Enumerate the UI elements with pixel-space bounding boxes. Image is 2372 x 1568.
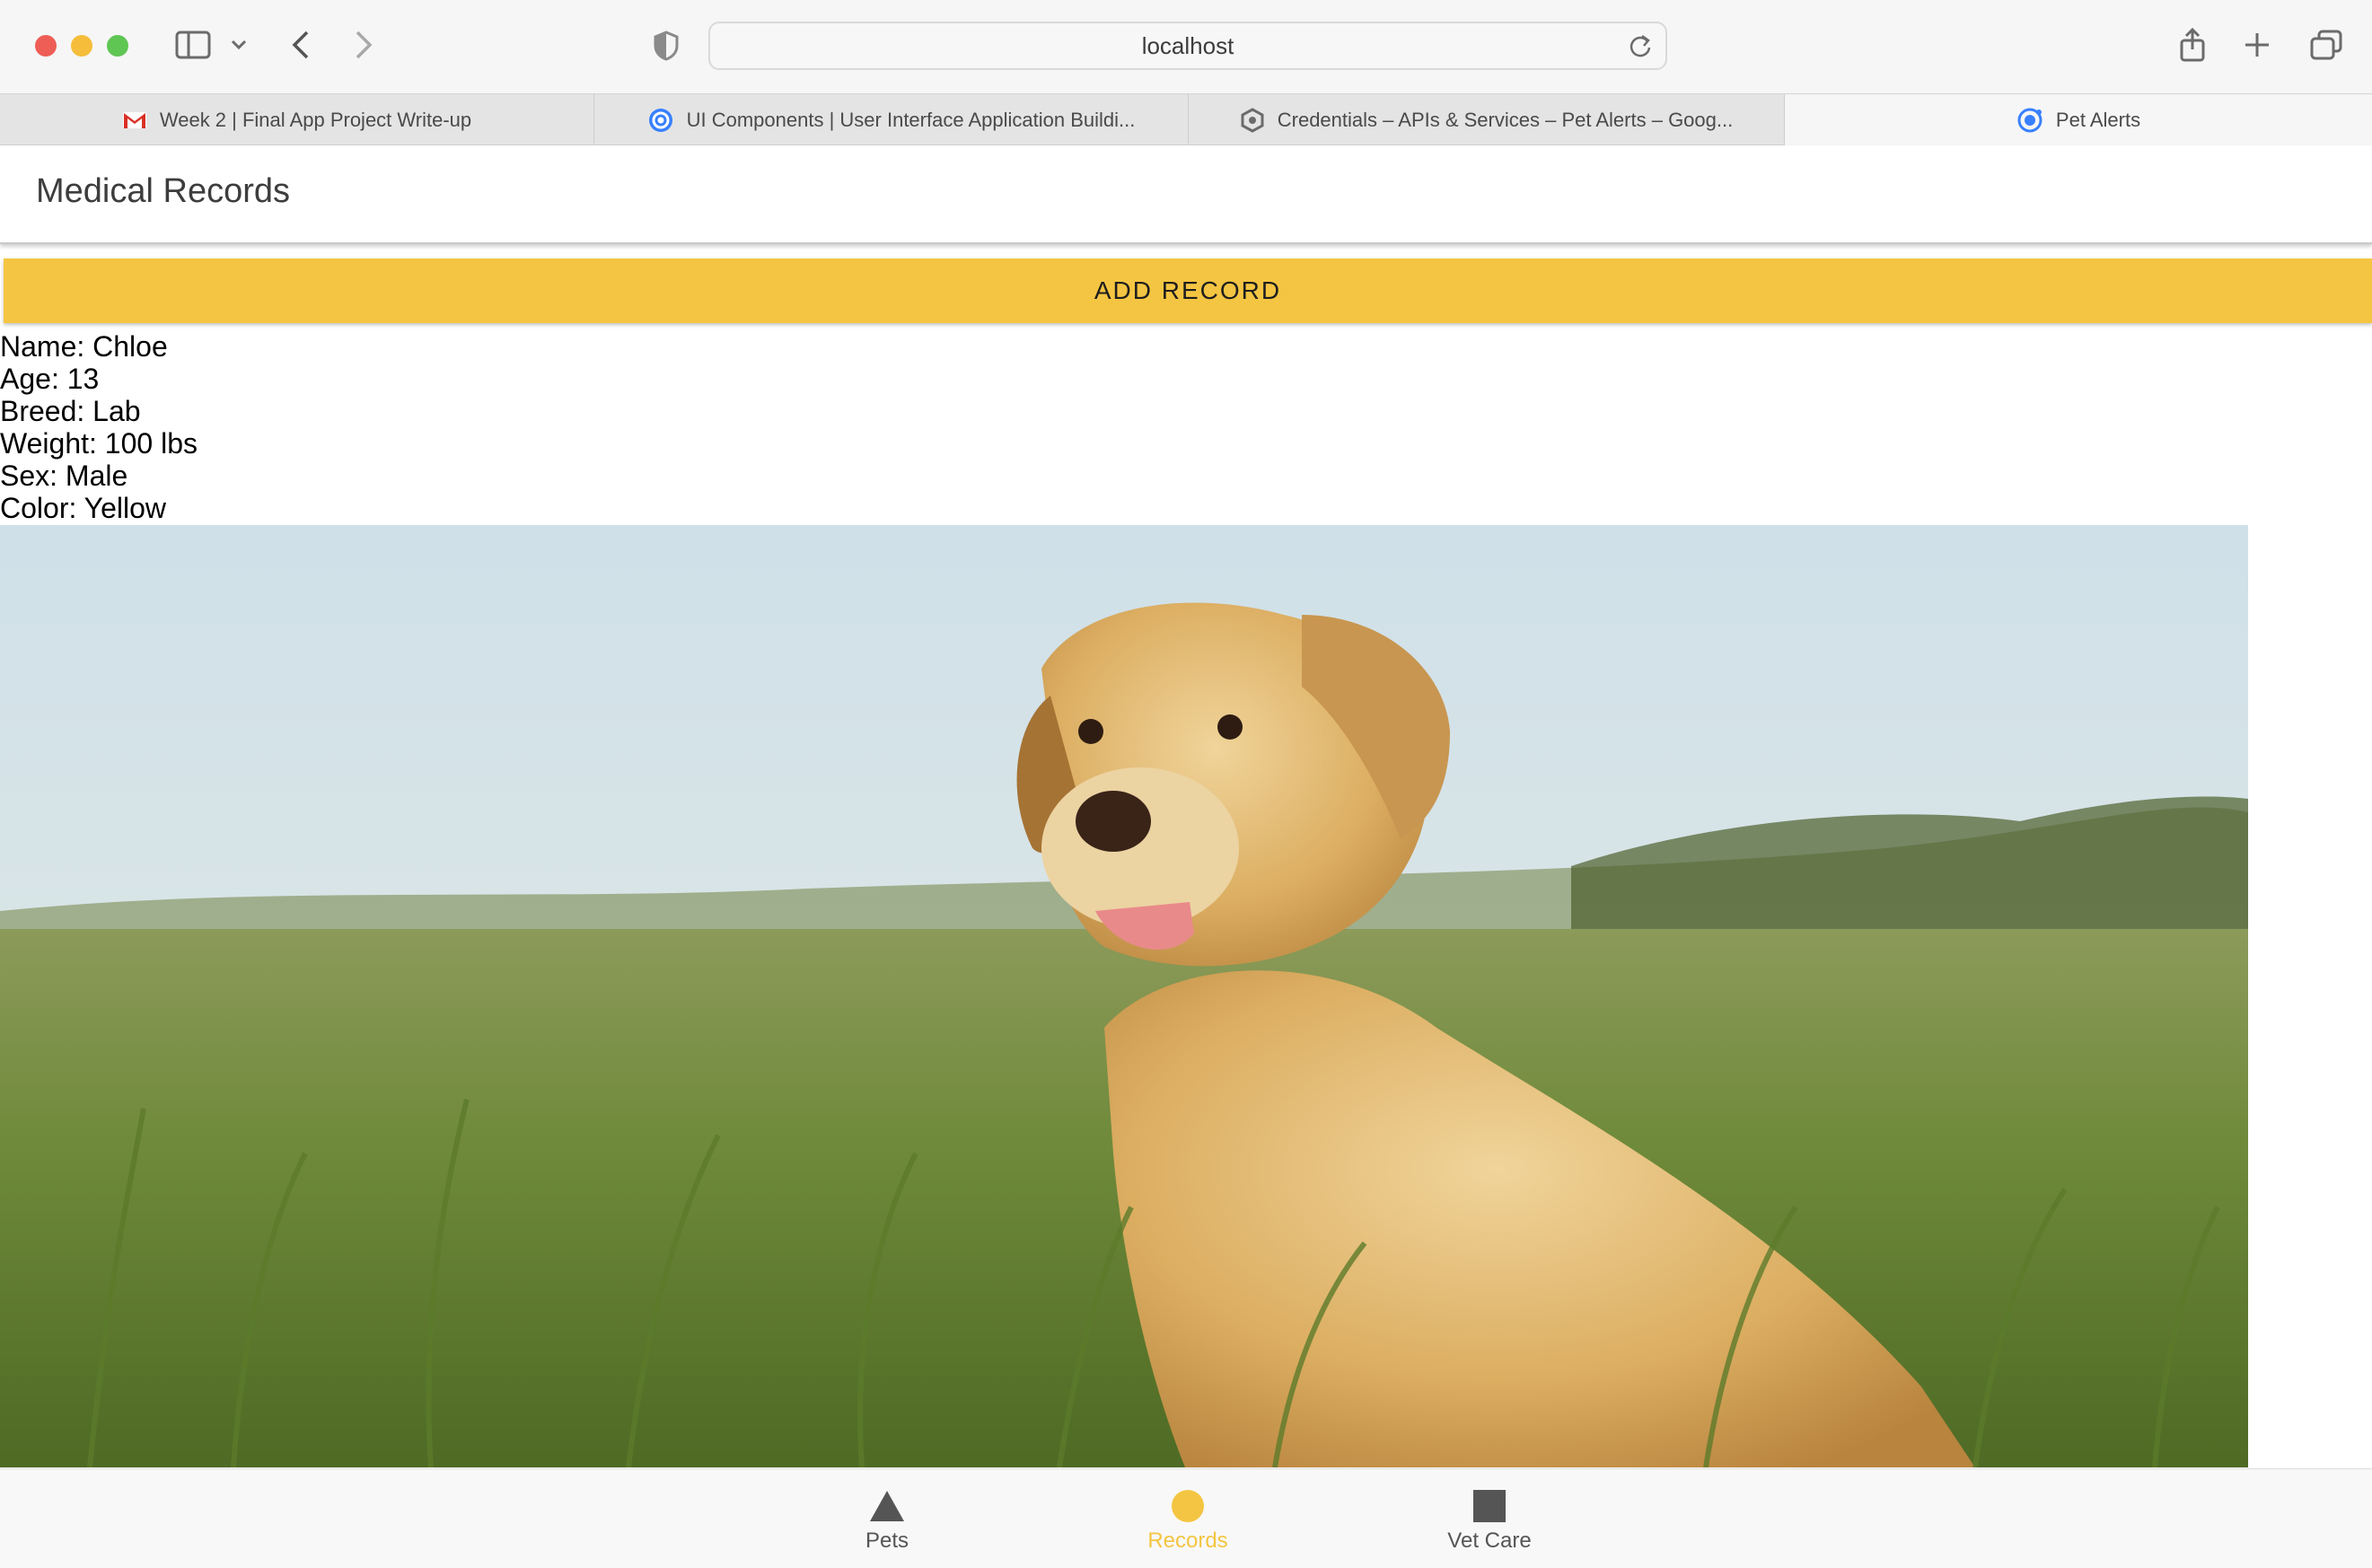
pet-name: Name: Chloe [0,330,168,363]
google-cloud-icon [1240,107,1265,133]
share-icon[interactable] [2176,27,2209,63]
browser-tab[interactable]: UI Components | User Interface Applicati… [594,94,1189,145]
address-bar[interactable]: localhost [708,22,1667,70]
tab-records[interactable]: Records [1098,1469,1278,1568]
tab-label: Vet Care [1447,1529,1532,1553]
bottom-tab-bar: Pets Records Vet Care [0,1468,2372,1568]
pet-breed: Breed: Lab [0,395,141,427]
tab-label: Pets [865,1529,909,1553]
browser-tab[interactable]: Credentials – APIs & Services – Pet Aler… [1189,94,1785,145]
circle-icon [1171,1489,1205,1528]
browser-tab-bar: Week 2 | Final App Project Write-up UI C… [0,93,2372,145]
tab-label: Records [1147,1529,1228,1553]
pet-photo [0,525,2248,1467]
url-text: localhost [1141,31,1234,59]
sidebar-toggle-icon[interactable] [173,29,213,61]
browser-toolbar: localhost [0,0,2372,93]
privacy-shield-icon[interactable] [650,29,682,63]
add-record-button[interactable]: ADD RECORD [4,258,2372,323]
tab-title: Credentials – APIs & Services – Pet Aler… [1277,108,1734,131]
ionic-icon [2016,107,2043,134]
pet-age: Age: 13 [0,363,100,395]
tab-title: Week 2 | Final App Project Write-up [159,108,472,131]
close-window-button[interactable] [35,35,57,57]
app-header: Medical Records [0,145,2372,244]
pet-color: Color: Yellow [0,492,166,524]
minimize-window-button[interactable] [71,35,92,57]
tab-vet-care[interactable]: Vet Care [1400,1469,1579,1568]
back-icon[interactable] [287,29,314,61]
tab-overview-icon[interactable] [2309,29,2343,61]
chevron-down-icon[interactable] [230,36,248,54]
browser-tab-active[interactable]: Pet Alerts [1785,94,2372,145]
gmail-icon [122,110,147,130]
zoom-window-button[interactable] [107,35,128,57]
square-icon [1472,1489,1507,1528]
page-title: Medical Records [36,172,290,210]
ionic-icon [647,107,674,134]
new-tab-icon[interactable] [2241,29,2273,61]
triangle-icon [868,1489,906,1528]
pet-sex: Sex: Male [0,460,128,492]
browser-tab[interactable]: Week 2 | Final App Project Write-up [0,94,594,145]
pet-weight: Weight: 100 lbs [0,427,198,460]
tab-title: Pet Alerts [2055,108,2141,131]
pet-details: Name: Chloe Age: 13 Breed: Lab Weight: 1… [0,330,198,524]
tab-pets[interactable]: Pets [797,1469,977,1568]
forward-icon[interactable] [350,29,377,61]
tab-title: UI Components | User Interface Applicati… [686,108,1136,131]
reload-icon[interactable] [1628,33,1653,63]
